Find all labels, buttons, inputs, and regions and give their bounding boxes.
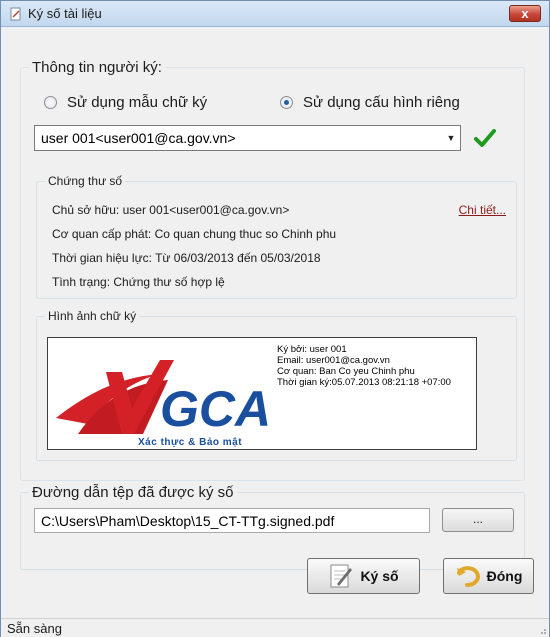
signer-select[interactable]: user 001<user001@ca.gov.vn> ▼ [34, 125, 461, 151]
radio-unchecked-icon [44, 96, 57, 109]
close-button-label: Đóng [486, 568, 523, 584]
document-sign-icon [10, 7, 21, 21]
signer-info-legend: Thông tin người ký: [29, 59, 165, 76]
signature-image-legend: Hình ảnh chữ ký [45, 309, 140, 323]
back-arrow-icon [456, 566, 480, 587]
use-signature-template-radio[interactable]: Sử dụng mẫu chữ ký [44, 94, 207, 111]
signature-image-group: Hình ảnh chữ ký GCA Xác thực & Bảo mật K… [36, 309, 517, 461]
window-title: Ký số tài liệu [28, 6, 102, 21]
close-button[interactable]: Đóng [443, 558, 534, 594]
green-checkmark-icon [474, 129, 496, 147]
browse-button[interactable]: ... [442, 508, 514, 532]
sign-button-label: Ký số [360, 568, 399, 584]
title-bar[interactable]: Ký số tài liệu x [1, 1, 549, 27]
output-path-legend: Đường dẫn tệp đã được ký số [29, 484, 237, 501]
sign-document-icon [330, 564, 353, 588]
chevron-down-icon[interactable]: ▼ [442, 126, 460, 150]
signature-preview: GCA Xác thực & Bảo mật Ký bởi: user 001 … [47, 337, 477, 450]
signer-select-value: user 001<user001@ca.gov.vn> [41, 130, 236, 146]
status-text: Sẵn sàng [7, 621, 62, 636]
sign-button[interactable]: Ký số [307, 558, 420, 594]
signature-agency: Cơ quan: Ban Co yeu Chinh phu [277, 366, 415, 377]
logo-gca-text: GCA [160, 381, 271, 437]
output-path-input[interactable]: C:\Users\Pham\Desktop\15_CT-TTg.signed.p… [34, 508, 430, 533]
certificate-validity: Thời gian hiệu lực: Từ 06/03/2013 đến 05… [52, 251, 321, 265]
dialog-body: Thông tin người ký: Sử dụng mẫu chữ ký S… [8, 28, 542, 618]
use-signature-template-label: Sử dụng mẫu chữ ký [67, 94, 208, 111]
signature-email: Email: user001@ca.gov.vn [277, 355, 390, 366]
certificate-group: Chứng thư số Chủ sở hữu: user 001<user00… [36, 174, 517, 299]
certificate-detail-link[interactable]: Chi tiết... [459, 203, 506, 217]
certificate-issuer: Cơ quan cấp phát: Co quan chung thuc so … [52, 227, 337, 241]
logo-tagline: Xác thực & Bảo mật [138, 437, 242, 448]
signature-signed-by: Ký bởi: user 001 [277, 344, 347, 355]
vgca-logo: GCA Xác thực & Bảo mật [56, 360, 271, 448]
signature-time: Thời gian ký:05.07.2013 08:21:18 +07:00 [277, 377, 451, 388]
dialog-window: Ký số tài liệu x Thông tin người ký: Sử … [0, 0, 550, 637]
certificate-legend: Chứng thư số [45, 174, 126, 188]
use-custom-config-radio[interactable]: Sử dụng cấu hình riêng [280, 94, 460, 111]
status-bar: Sẵn sàng [1, 618, 549, 637]
certificate-owner: Chủ sở hữu: user 001<user001@ca.gov.vn> [52, 203, 290, 217]
radio-checked-icon [280, 96, 293, 109]
use-custom-config-label: Sử dụng cấu hình riêng [303, 94, 460, 111]
resize-grip-icon[interactable] [537, 625, 547, 635]
close-window-button[interactable]: x [509, 5, 541, 22]
certificate-status: Tình trạng: Chứng thư số hợp lệ [52, 275, 225, 289]
